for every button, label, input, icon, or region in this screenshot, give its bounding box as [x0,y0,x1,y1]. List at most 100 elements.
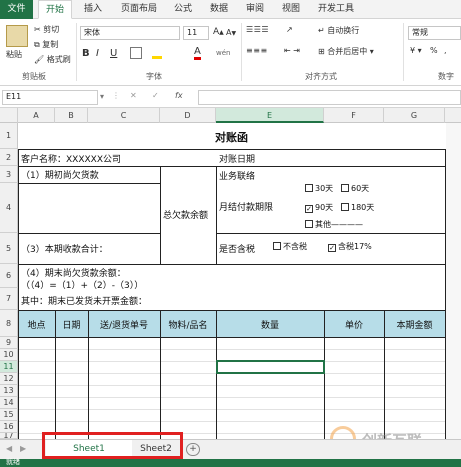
ribbon: 粘贴 ✂ 剪切 ⧉ 复制 🖌 格式刷 剪贴板 宋体 11 A▲ A▼ B I U… [0,19,461,86]
tab-developer[interactable]: 开发工具 [312,0,360,19]
cancel-icon[interactable]: ✕ [130,91,137,100]
checked-checkbox-icon: ✓ [305,205,313,213]
align-left-icon[interactable]: ≡ ≡ ≡ [246,46,267,55]
phonetic-button[interactable]: wén [216,49,230,57]
formula-input[interactable] [198,90,461,105]
number-format-select[interactable]: 常规 [408,26,461,40]
number-group-label: 数字 [438,72,454,81]
header-order-number: 送/退货单号 [99,321,149,331]
status-ready: 就绪 [6,458,20,466]
checkbox-with-tax[interactable]: ✓ 含税17% [328,241,372,252]
header-item: 物料/品名 [168,321,208,331]
monthly-terms-label: 月结付款期限 [219,203,274,213]
row-header[interactable]: 9 [0,337,18,349]
row-header[interactable]: 2 [0,149,18,166]
column-header[interactable]: B [55,108,88,123]
vertical-scrollbar[interactable] [446,123,461,439]
grow-font-button[interactable]: A▲ [213,27,224,37]
checked-checkbox-icon: ✓ [328,244,336,252]
border-icon[interactable] [130,47,142,59]
row-header[interactable]: 15 [0,409,18,421]
column-header[interactable]: D [160,108,216,123]
tab-formulas[interactable]: 公式 [168,0,198,19]
cut-button[interactable]: ✂ 剪切 [34,24,59,35]
selected-cell-e11[interactable] [216,360,325,374]
merge-icon: ⊞ [318,47,325,56]
row-header[interactable]: 14 [0,397,18,409]
tax-included-label: 是否含税 [219,245,256,255]
comma-icon[interactable]: , [444,46,447,55]
checkbox-180-days[interactable]: 180天 [341,202,374,213]
row-header[interactable]: 1 [0,123,18,149]
column-header[interactable]: G [384,108,445,123]
checkbox-90-days[interactable]: ✓ 90天 [305,202,333,213]
tab-view[interactable]: 视图 [276,0,306,19]
indent-icon[interactable]: ⇤ ⇥ [284,46,300,55]
row-header[interactable]: 7 [0,288,18,310]
paste-button[interactable]: 粘贴 [6,49,22,60]
enter-icon[interactable]: ✓ [152,91,159,100]
align-top-icon[interactable]: ☰ ☰ ☰ [246,25,269,34]
font-group-label: 字体 [146,72,162,81]
font-size-select[interactable]: 11 [183,26,209,40]
row-header[interactable]: 8 [0,310,18,337]
name-box-dropdown-icon[interactable]: ▾ [100,92,104,101]
checkbox-icon [273,242,281,250]
ribbon-tab-bar: 文件 开始 插入 页面布局 公式 数据 审阅 视图 开发工具 [0,0,461,19]
percent-button[interactable]: % [430,46,438,55]
column-header[interactable]: E [216,108,324,123]
alignment-group-label: 对齐方式 [305,72,337,81]
merge-center-button[interactable]: ⊞ 合并后居中 ▾ [318,46,374,57]
row-header[interactable]: 16 [0,421,18,433]
column-header[interactable]: A [18,108,55,123]
bold-button[interactable]: B [82,48,90,59]
row-header[interactable]: 12 [0,373,18,385]
checkbox-other[interactable]: 其他———— [305,219,363,230]
orientation-icon[interactable]: ↗ [286,25,293,34]
divider [241,23,242,81]
paste-icon[interactable] [6,25,28,47]
insert-function-button[interactable]: fx [175,91,183,100]
tab-file[interactable]: 文件 [0,0,33,19]
row-header[interactable]: 4 [0,183,18,233]
prev-sheet-icon[interactable]: ◀ [6,444,12,453]
font-name-select[interactable]: 宋体 [80,26,180,40]
more-icon: ⋮ [112,91,120,100]
italic-button[interactable]: I [96,48,99,59]
business-contact-label: 业务联络 [219,172,256,182]
font-color-button[interactable]: A [194,47,201,60]
tab-home[interactable]: 开始 [38,0,72,19]
row-header[interactable]: 13 [0,385,18,397]
column-header-bar: A B C D E F G [0,108,461,123]
row-header[interactable]: 3 [0,166,18,183]
format-painter-button[interactable]: 🖌 格式刷 [34,54,71,65]
checkbox-60-days[interactable]: 60天 [341,183,369,194]
header-location: 地点 [27,321,46,331]
divider [76,23,77,81]
divider [403,23,404,81]
name-box[interactable]: E11 [2,90,98,105]
tab-data[interactable]: 数据 [204,0,234,19]
tab-page-layout[interactable]: 页面布局 [114,0,164,19]
header-date: 日期 [62,321,81,331]
next-sheet-icon[interactable]: ▶ [20,444,26,453]
tab-review[interactable]: 审阅 [240,0,270,19]
row-header[interactable]: 6 [0,264,18,288]
currency-icon[interactable]: ¥ ▾ [410,46,422,55]
column-header[interactable]: C [88,108,160,123]
tab-insert[interactable]: 插入 [78,0,108,19]
checkbox-icon [341,184,349,192]
row-header[interactable]: 11 [0,361,18,373]
column-header[interactable]: F [324,108,384,123]
add-sheet-icon[interactable]: + [186,443,200,456]
row-header[interactable]: 10 [0,349,18,361]
shrink-font-button[interactable]: A▼ [226,28,236,37]
fill-color-icon[interactable] [152,47,162,59]
checkbox-30-days[interactable]: 30天 [305,183,333,194]
copy-button[interactable]: ⧉ 复制 [34,39,58,50]
select-all-corner[interactable] [0,108,18,123]
row-header[interactable]: 5 [0,233,18,264]
wrap-text-button[interactable]: ↵ 自动换行 [318,25,359,36]
underline-button[interactable]: U [110,48,117,59]
checkbox-no-tax[interactable]: 不含税 [273,241,307,252]
